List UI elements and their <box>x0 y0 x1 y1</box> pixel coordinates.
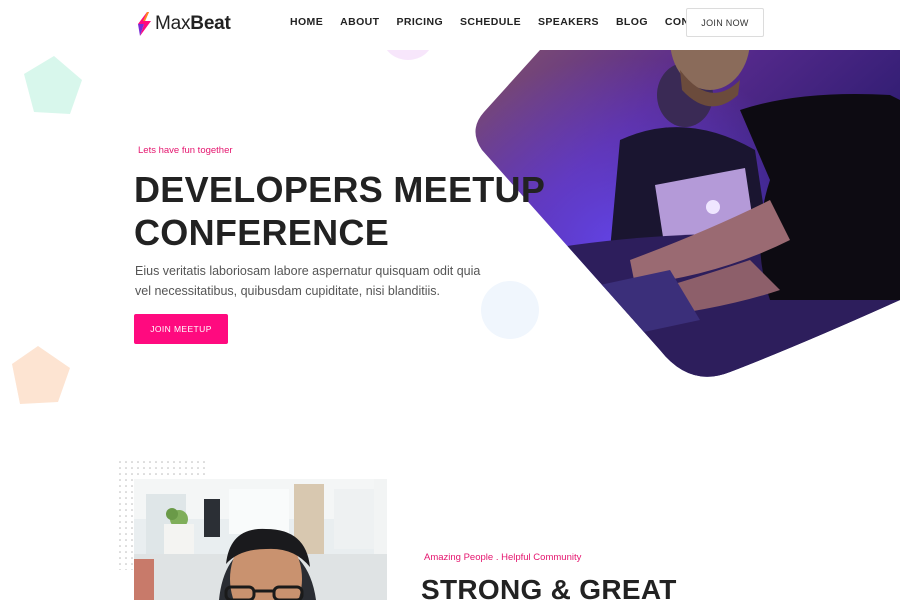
maxbeat-logo-icon <box>138 12 151 36</box>
nav-speakers[interactable]: SPEAKERS <box>538 16 599 28</box>
site-logo[interactable]: MaxBeat <box>135 10 231 38</box>
about-title: STRONG & GREAT <box>421 574 677 600</box>
smiling-man-with-glasses-photo <box>134 479 387 600</box>
hero-title-line-1: DEVELOPERS MEETUP <box>134 169 546 210</box>
peach-pentagon-shape <box>12 346 70 404</box>
main-nav: HOME ABOUT PRICING SCHEDULE SPEAKERS BLO… <box>290 16 735 28</box>
nav-pricing[interactable]: PRICING <box>396 16 443 28</box>
join-meetup-button[interactable]: JOIN MEETUP <box>134 314 228 344</box>
site-header: MaxBeat HOME ABOUT PRICING SCHEDULE SPEA… <box>0 0 900 50</box>
logo-text: MaxBeat <box>155 13 231 34</box>
hero-tagline: Lets have fun together <box>138 145 233 156</box>
hero-title-line-2: CONFERENCE <box>134 212 390 253</box>
nav-home[interactable]: HOME <box>290 16 323 28</box>
nav-schedule[interactable]: SCHEDULE <box>460 16 521 28</box>
nav-blog[interactable]: BLOG <box>616 16 648 28</box>
join-now-button[interactable]: JOIN NOW <box>686 8 764 37</box>
about-tagline: Amazing People . Helpful Community <box>424 552 582 563</box>
hero-title: DEVELOPERS MEETUP CONFERENCE <box>134 168 545 254</box>
hero-description: Eius veritatis laboriosam labore asperna… <box>135 264 481 298</box>
nav-about[interactable]: ABOUT <box>340 16 379 28</box>
mint-pentagon-shape <box>24 56 82 114</box>
